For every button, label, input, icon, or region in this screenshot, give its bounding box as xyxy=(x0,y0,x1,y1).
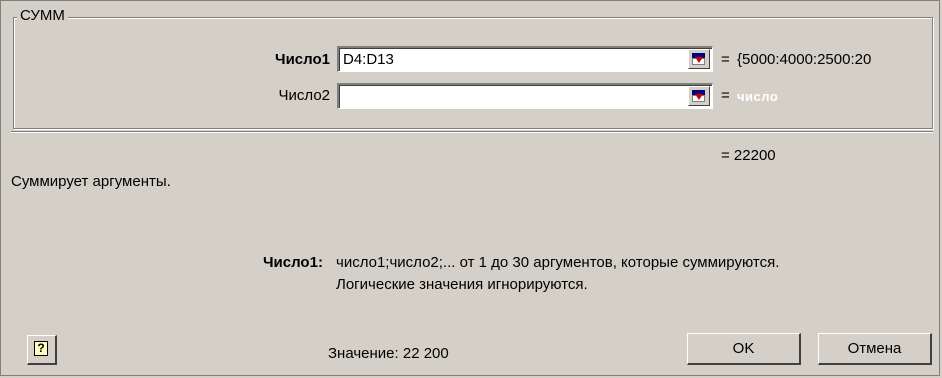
arguments-group xyxy=(13,17,933,129)
arg2-field[interactable] xyxy=(337,83,713,109)
arg-help-line2: Логические значения игнорируются. xyxy=(336,276,588,293)
arg2-collapse-button[interactable] xyxy=(688,86,710,106)
arg1-collapse-button[interactable] xyxy=(688,49,710,69)
value-label: Значение: 22 200 xyxy=(328,345,449,362)
ok-button[interactable]: OK xyxy=(687,333,801,365)
arg1-field[interactable] xyxy=(337,46,713,72)
formula-result: = 22200 xyxy=(721,147,776,164)
function-arguments-dialog: СУММ Число1 = {5000:4000:2500:20 Число2 … xyxy=(0,0,940,376)
arg1-label: Число1 xyxy=(275,51,330,68)
arg2-input[interactable] xyxy=(339,85,673,107)
help-question-icon: ? xyxy=(34,341,48,356)
arg2-result: число xyxy=(737,89,779,104)
cancel-button[interactable]: Отмена xyxy=(818,333,932,365)
function-name: СУММ xyxy=(17,7,68,24)
arg1-result: {5000:4000:2500:20 xyxy=(737,51,872,68)
separator xyxy=(11,131,933,133)
arg-help-line1: число1;число2;... от 1 до 30 аргументов,… xyxy=(336,254,780,271)
arg2-label: Число2 xyxy=(278,87,330,104)
function-description: Суммирует аргументы. xyxy=(11,173,171,190)
arg-help-label: Число1: xyxy=(263,254,323,271)
arg1-input[interactable] xyxy=(339,48,673,70)
arg2-equals: = xyxy=(721,87,730,104)
arg1-equals: = xyxy=(721,51,730,68)
help-button[interactable]: ? xyxy=(27,335,57,365)
